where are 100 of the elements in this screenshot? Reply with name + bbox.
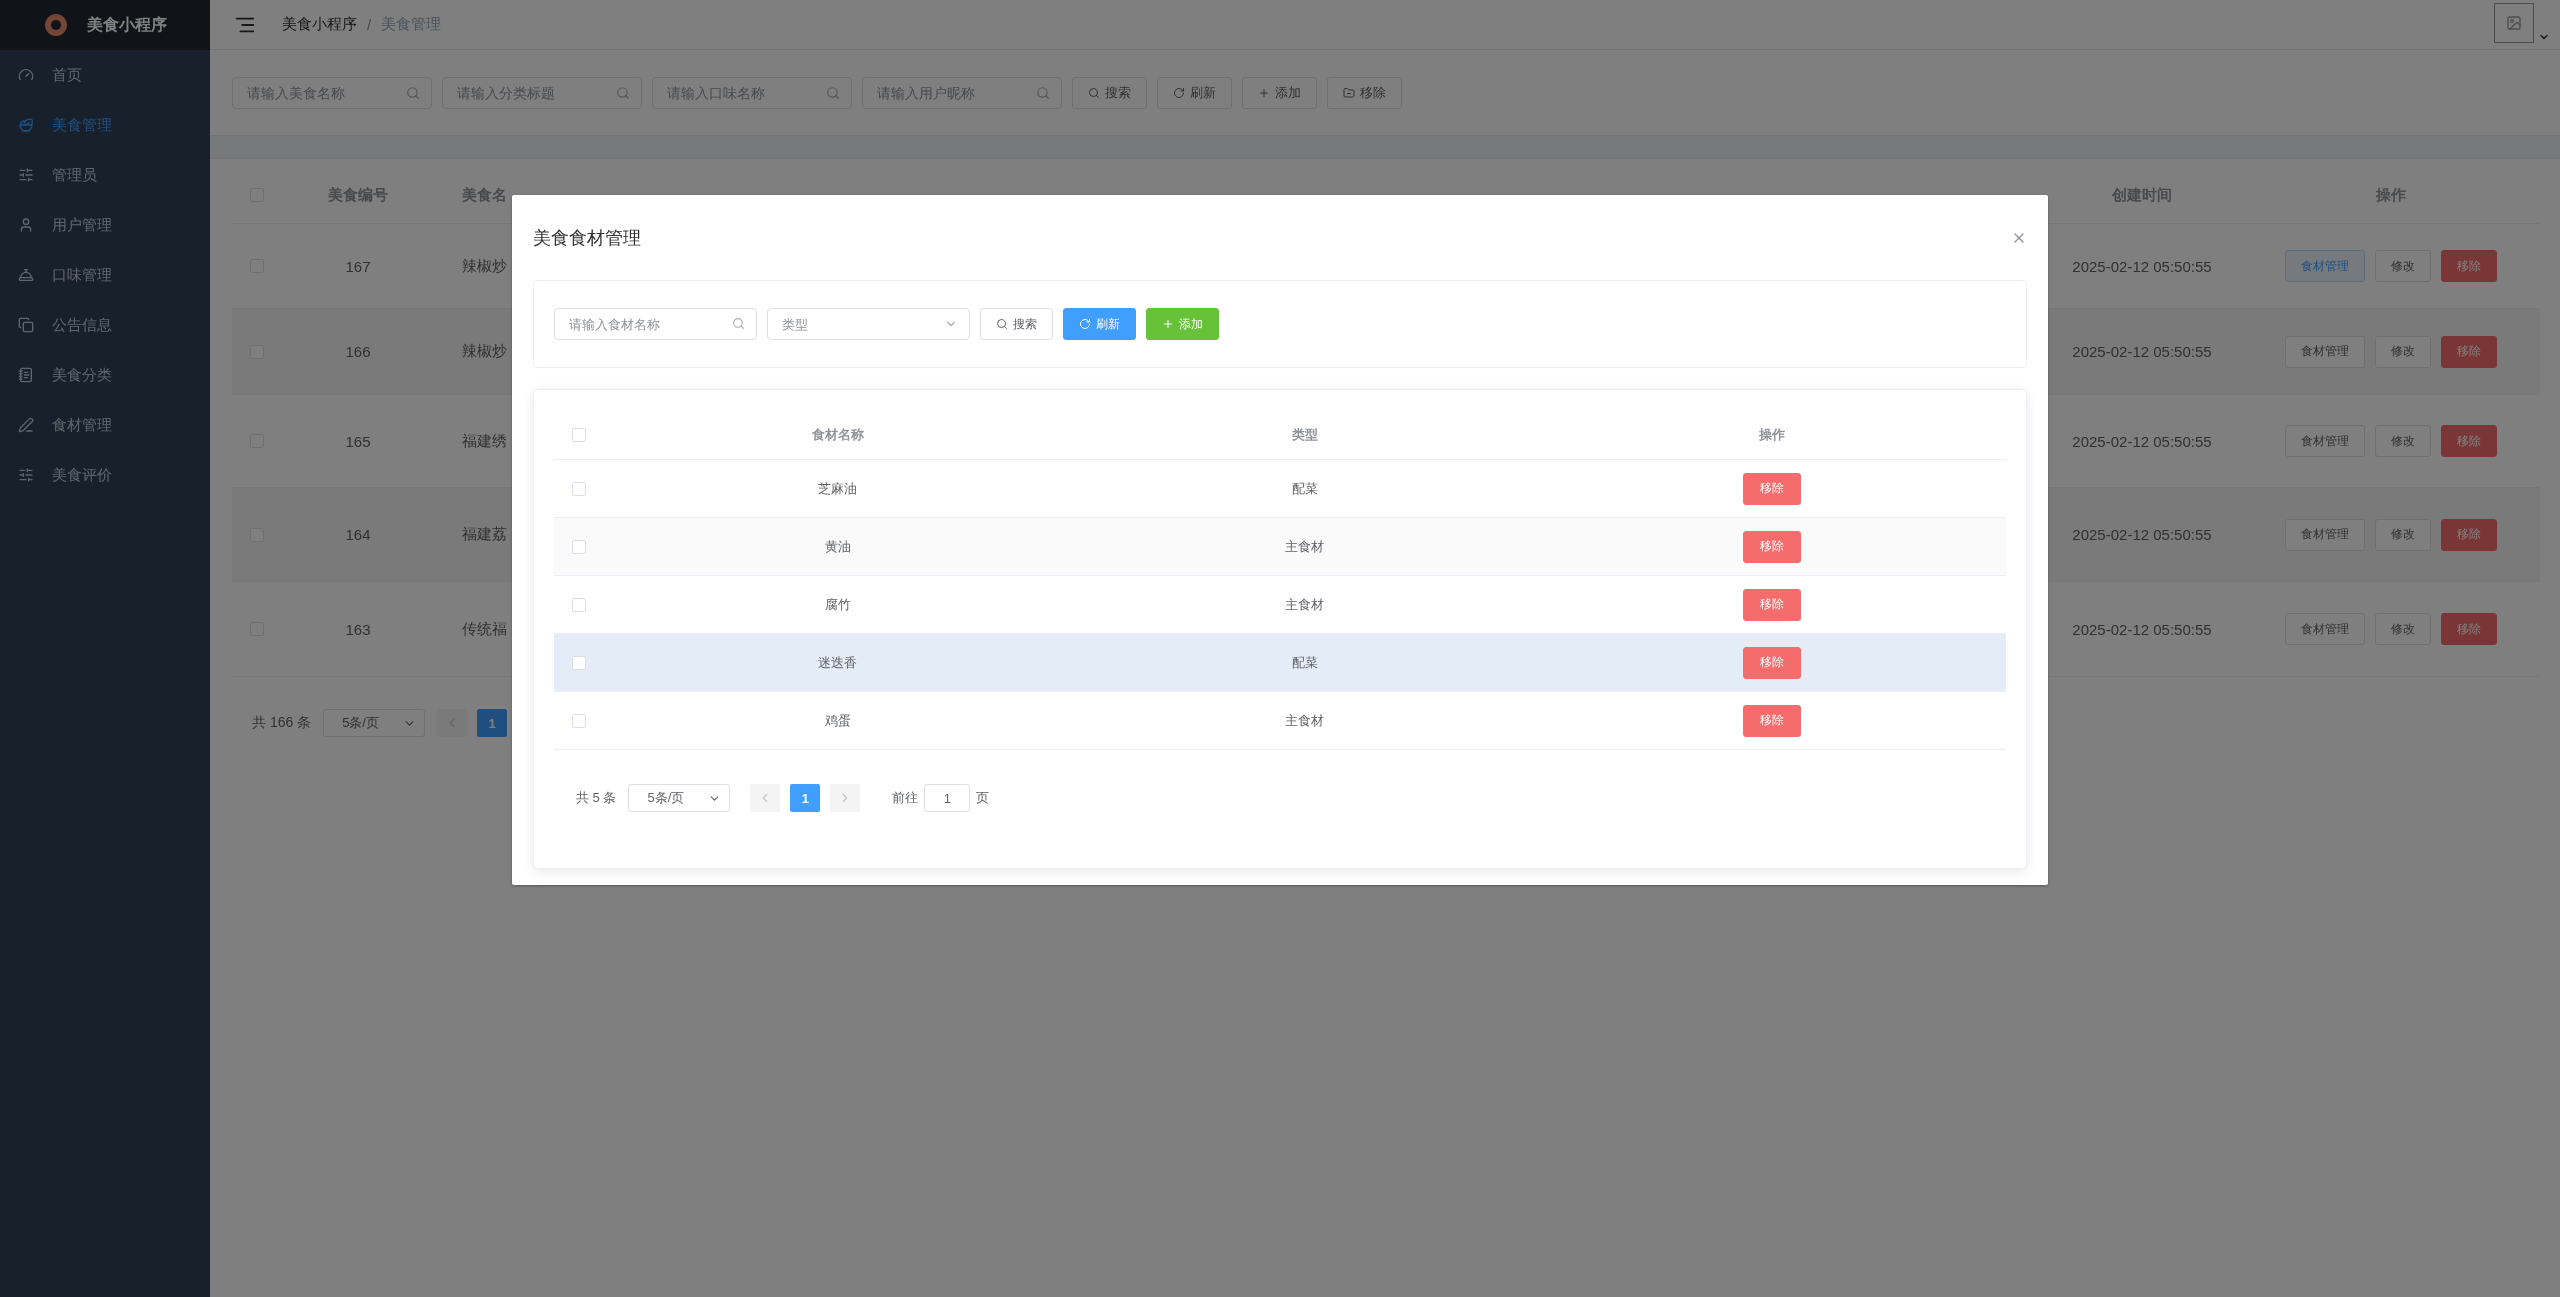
table-cell: 2025-02-12 05:50:55 [2072,343,2212,360]
table-cell-text: 辣椒炒 [461,256,507,276]
page-size-select[interactable]: 5条/页 [323,709,426,737]
page-input[interactable]: 1 [924,784,971,812]
menu-item[interactable]: 公告信息 [0,300,210,350]
search-icon [826,85,840,100]
table-cell: 腐竹 [824,595,851,614]
bowl-icon [18,117,34,133]
ingredients-button[interactable]: 食材管理 [2285,425,2365,457]
search-button[interactable]: 搜索 [980,308,1053,340]
table-cell-text: 传统福 [461,619,507,639]
table-cell-text: 福建荔 [461,525,507,544]
remove-button[interactable]: 移除 [2441,335,2497,368]
table-cell: 配菜 [1292,479,1318,498]
table-cell: 芝麻油 [818,479,858,498]
edit-button[interactable]: 修改 [2375,613,2431,645]
page-suffix: 页 [976,789,990,807]
breadcrumb-item[interactable]: 美食小程序 [282,15,357,34]
prev-page-button[interactable] [437,709,468,737]
menu-item[interactable]: 食材管理 [0,400,210,450]
table-cell: 165 [345,432,371,450]
page-size-select[interactable]: 5条/页 [628,784,731,812]
ingredients-button[interactable]: 食材管理 [2285,250,2365,282]
table-cell: 2025-02-12 05:50:55 [2072,257,2212,275]
menu-item[interactable]: 美食管理 [0,100,210,150]
table-cell: 主食材 [1285,711,1325,730]
edit-button[interactable]: 修改 [2375,335,2431,368]
add-button[interactable]: 添加 [1146,308,1219,340]
checkbox[interactable] [572,597,586,612]
remove-button[interactable]: 移除 [2441,613,2497,645]
table-cell: 167 [345,257,371,275]
ingredients-button[interactable]: 食材管理 [2285,335,2365,368]
remove-button[interactable]: 移除 [1743,704,1802,737]
total-count: 共 5 条 [576,789,617,807]
table-cell: 迷迭香 [818,653,858,672]
search-button[interactable]: 搜索 [1072,76,1147,109]
remove-button[interactable]: 移除 [1743,646,1802,679]
refresh-icon [1173,86,1185,99]
refresh-icon [1079,318,1091,330]
search-icon [1036,85,1050,100]
menu-item[interactable]: 美食分类 [0,350,210,400]
prev-page-button[interactable] [750,784,781,812]
refresh-button[interactable]: 刷新 [1157,76,1232,109]
menu-item[interactable]: 用户管理 [0,200,210,250]
table-cell-text: 辣椒炒 [461,342,507,361]
add-button[interactable]: 添加 [1242,76,1317,109]
checkbox[interactable] [572,481,586,496]
app-title: 美食小程序 [87,14,167,35]
menu-item[interactable]: 管理员 [0,150,210,200]
remove-button[interactable]: 移除 [2441,518,2497,551]
image-icon [2506,14,2522,31]
type-select[interactable]: 类型 [767,308,970,340]
remove-button[interactable]: 移除 [2441,425,2497,457]
search-icon [406,85,420,100]
search-field[interactable]: 请输入食材名称 [554,308,757,340]
table-cell: 鸡蛋 [824,711,851,730]
avatar[interactable] [2494,2,2534,43]
remove-button[interactable]: 移除 [2441,250,2497,282]
table-cell: 163 [345,620,371,638]
table-cell: 黄油 [824,537,851,556]
checkbox[interactable] [572,539,586,554]
menu-item[interactable]: 口味管理 [0,250,210,300]
column-header: 操作 [1759,425,1786,444]
search-icon [616,85,630,100]
folder-icon [1343,86,1355,99]
total-count: 共 166 条 [252,714,312,732]
user-icon [18,217,34,233]
edit-button[interactable]: 修改 [2375,425,2431,457]
table-cell-text: 福建绣 [461,431,507,451]
plus-icon [1162,318,1174,330]
edit-button[interactable]: 修改 [2375,250,2431,282]
ingredients-button[interactable]: 食材管理 [2285,518,2365,551]
page-button[interactable]: 1 [790,784,821,812]
menu-item[interactable]: 首页 [0,50,210,100]
table-cell: 164 [345,526,371,543]
table-row[interactable]: 黄油 主食材 移除 [554,518,2006,576]
ingredients-button[interactable]: 食材管理 [2285,613,2365,645]
page-button[interactable]: 1 [477,709,508,737]
next-page-button[interactable] [830,784,861,812]
table-cell: 2025-02-12 05:50:55 [2072,432,2212,450]
table-row[interactable]: 迷迭香 配菜 移除 [554,634,2006,692]
menu-item[interactable]: 美食评价 [0,450,210,500]
remove-button[interactable]: 移除 [1743,530,1802,563]
search-icon [1088,86,1100,99]
table-cell: 2025-02-12 05:50:55 [2072,620,2212,638]
sliders-icon [18,467,34,483]
checkbox[interactable] [572,713,586,728]
copy-icon [18,317,34,333]
checkbox[interactable] [572,427,586,442]
refresh-button[interactable]: 刷新 [1063,308,1136,340]
goto-label: 前往 [892,789,919,807]
remove-button[interactable]: 移除 [1743,588,1802,621]
breadcrumb-separator: / [367,16,372,33]
remove-button[interactable]: 移除 [1743,472,1802,505]
pen-icon [18,417,34,433]
checkbox[interactable] [572,655,586,670]
column-header: 类型 [1292,425,1318,444]
logo-icon [43,12,69,38]
remove-button[interactable]: 移除 [1327,76,1402,109]
edit-button[interactable]: 修改 [2375,518,2431,551]
